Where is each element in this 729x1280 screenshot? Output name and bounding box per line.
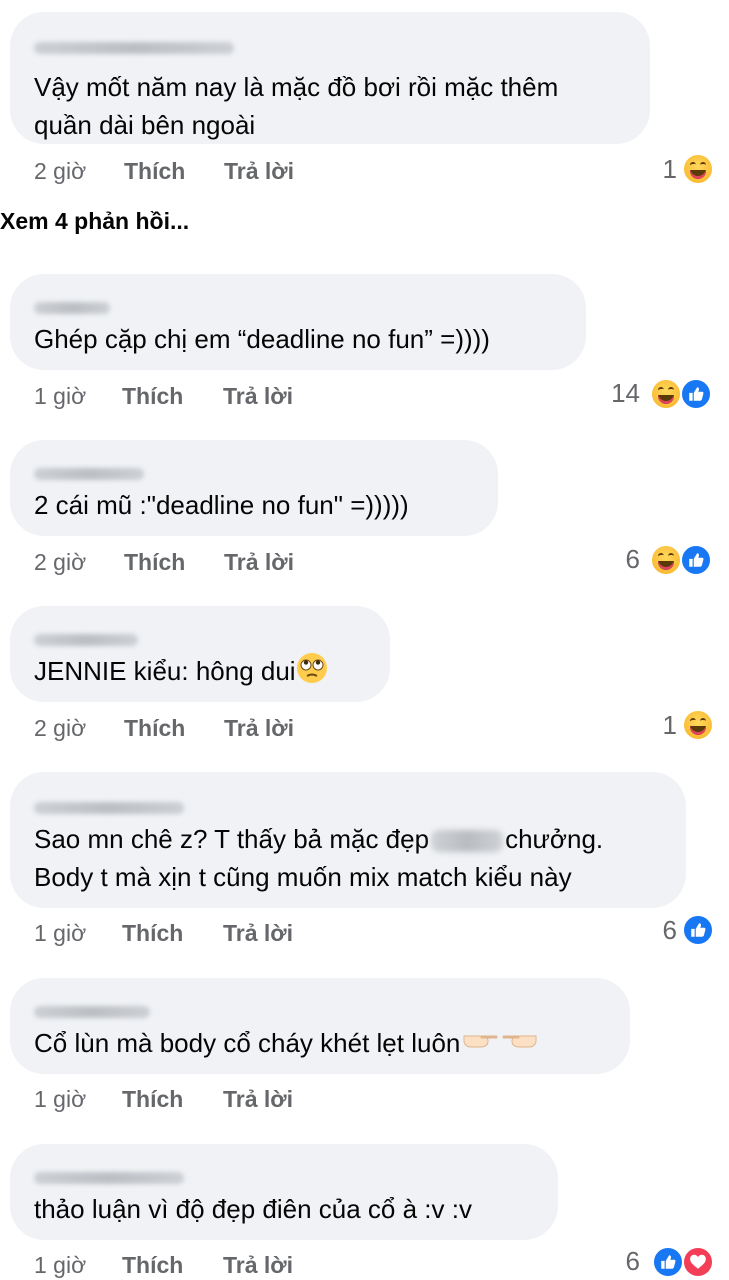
reply-button[interactable]: Trả lời <box>223 1252 293 1279</box>
face-with-rolling-eyes-icon <box>296 652 328 694</box>
reaction-icons[interactable] <box>652 1246 718 1278</box>
comment-time[interactable]: 1 giờ <box>34 383 86 410</box>
reply-button[interactable]: Trả lời <box>223 1086 293 1113</box>
haha-reaction-icon <box>682 709 714 741</box>
like-button[interactable]: Thích <box>122 383 183 410</box>
like-button[interactable]: Thích <box>124 158 185 185</box>
comment-time[interactable]: 1 giờ <box>34 1086 86 1113</box>
reply-button[interactable]: Trả lời <box>224 715 294 742</box>
comment-time[interactable]: 2 giờ <box>34 158 86 185</box>
reaction-icons[interactable] <box>650 544 716 576</box>
comment-bubble: thảo luận vì độ đẹp điên của cổ à :v :v <box>10 1144 558 1240</box>
comment-bubble: Ghép cặp chị em “deadline no fun” =)))) <box>10 274 586 370</box>
comment-text: Vậy mốt năm nay là mặc đồ bơi rồi mặc th… <box>34 72 559 140</box>
commenter-name-blurred[interactable] <box>34 802 184 814</box>
comment-text: Cổ lùn mà body cổ cháy khét lẹt luôn <box>34 1024 612 1064</box>
comment-bubble: 2 cái mũ :"deadline no fun" =))))) <box>10 440 498 536</box>
haha-reaction-icon <box>650 544 682 576</box>
haha-reaction-icon <box>650 378 682 410</box>
comment-bubble: Sao mn chê z? T thấy bả mặc đẹp chưởng. B… <box>10 772 686 908</box>
reaction-count[interactable]: 6 <box>580 544 640 575</box>
reaction-count[interactable]: 6 <box>617 915 677 946</box>
comment-time[interactable]: 1 giờ <box>34 920 86 947</box>
love-reaction-icon <box>682 1246 714 1278</box>
like-reaction-icon <box>682 914 714 946</box>
pointing-hands-icon <box>460 1026 540 1064</box>
commenter-name-blurred[interactable] <box>34 634 138 646</box>
like-reaction-icon <box>680 544 712 576</box>
like-reaction-icon <box>652 1246 684 1278</box>
reaction-count[interactable]: 14 <box>580 378 640 409</box>
haha-reaction-icon <box>682 153 714 185</box>
commenter-name-blurred[interactable] <box>34 302 110 314</box>
like-reaction-icon <box>680 378 712 410</box>
like-button[interactable]: Thích <box>124 549 185 576</box>
comment-bubble: Cổ lùn mà body cổ cháy khét lẹt luôn <box>10 978 630 1074</box>
reaction-count[interactable]: 6 <box>580 1246 640 1277</box>
reaction-icons[interactable] <box>682 709 716 741</box>
reply-button[interactable]: Trả lời <box>223 920 293 947</box>
comment-time[interactable]: 2 giờ <box>34 549 86 576</box>
reply-button[interactable]: Trả lời <box>224 158 294 185</box>
comment-text: JENNIE kiểu: hông dui <box>34 652 372 694</box>
reaction-count[interactable]: 1 <box>617 154 677 185</box>
comment-bubble: Vậy mốt năm nay là mặc đồ bơi rồi mặc th… <box>10 12 650 144</box>
commenter-name-blurred[interactable] <box>34 1172 184 1184</box>
comment-bubble: JENNIE kiểu: hông dui <box>10 606 390 702</box>
view-more-replies-link[interactable]: Xem 4 phản hồi... <box>0 208 189 235</box>
reaction-icons[interactable] <box>682 153 716 185</box>
reaction-count[interactable]: 1 <box>617 710 677 741</box>
commenter-name-blurred[interactable] <box>34 468 144 480</box>
comment-time[interactable]: 2 giờ <box>34 715 86 742</box>
like-button[interactable]: Thích <box>122 1252 183 1279</box>
reply-button[interactable]: Trả lời <box>223 383 293 410</box>
like-button[interactable]: Thích <box>122 1086 183 1113</box>
commenter-name-blurred[interactable] <box>34 1006 150 1018</box>
comment-text: Sao mn chê z? T thấy bả mặc đẹp chưởng. B… <box>34 824 604 892</box>
comment-text: Ghép cặp chị em “deadline no fun” =)))) <box>34 324 490 354</box>
reaction-icons[interactable] <box>650 378 716 410</box>
commenter-name-blurred[interactable] <box>34 42 234 54</box>
reply-button[interactable]: Trả lời <box>224 549 294 576</box>
comment-time[interactable]: 1 giờ <box>34 1252 86 1279</box>
comment-text: 2 cái mũ :"deadline no fun" =))))) <box>34 490 409 520</box>
like-button[interactable]: Thích <box>124 715 185 742</box>
reaction-icons[interactable] <box>682 914 716 946</box>
censored-word <box>431 830 504 853</box>
like-button[interactable]: Thích <box>122 920 183 947</box>
comment-text: thảo luận vì độ đẹp điên của cổ à :v :v <box>34 1194 472 1224</box>
